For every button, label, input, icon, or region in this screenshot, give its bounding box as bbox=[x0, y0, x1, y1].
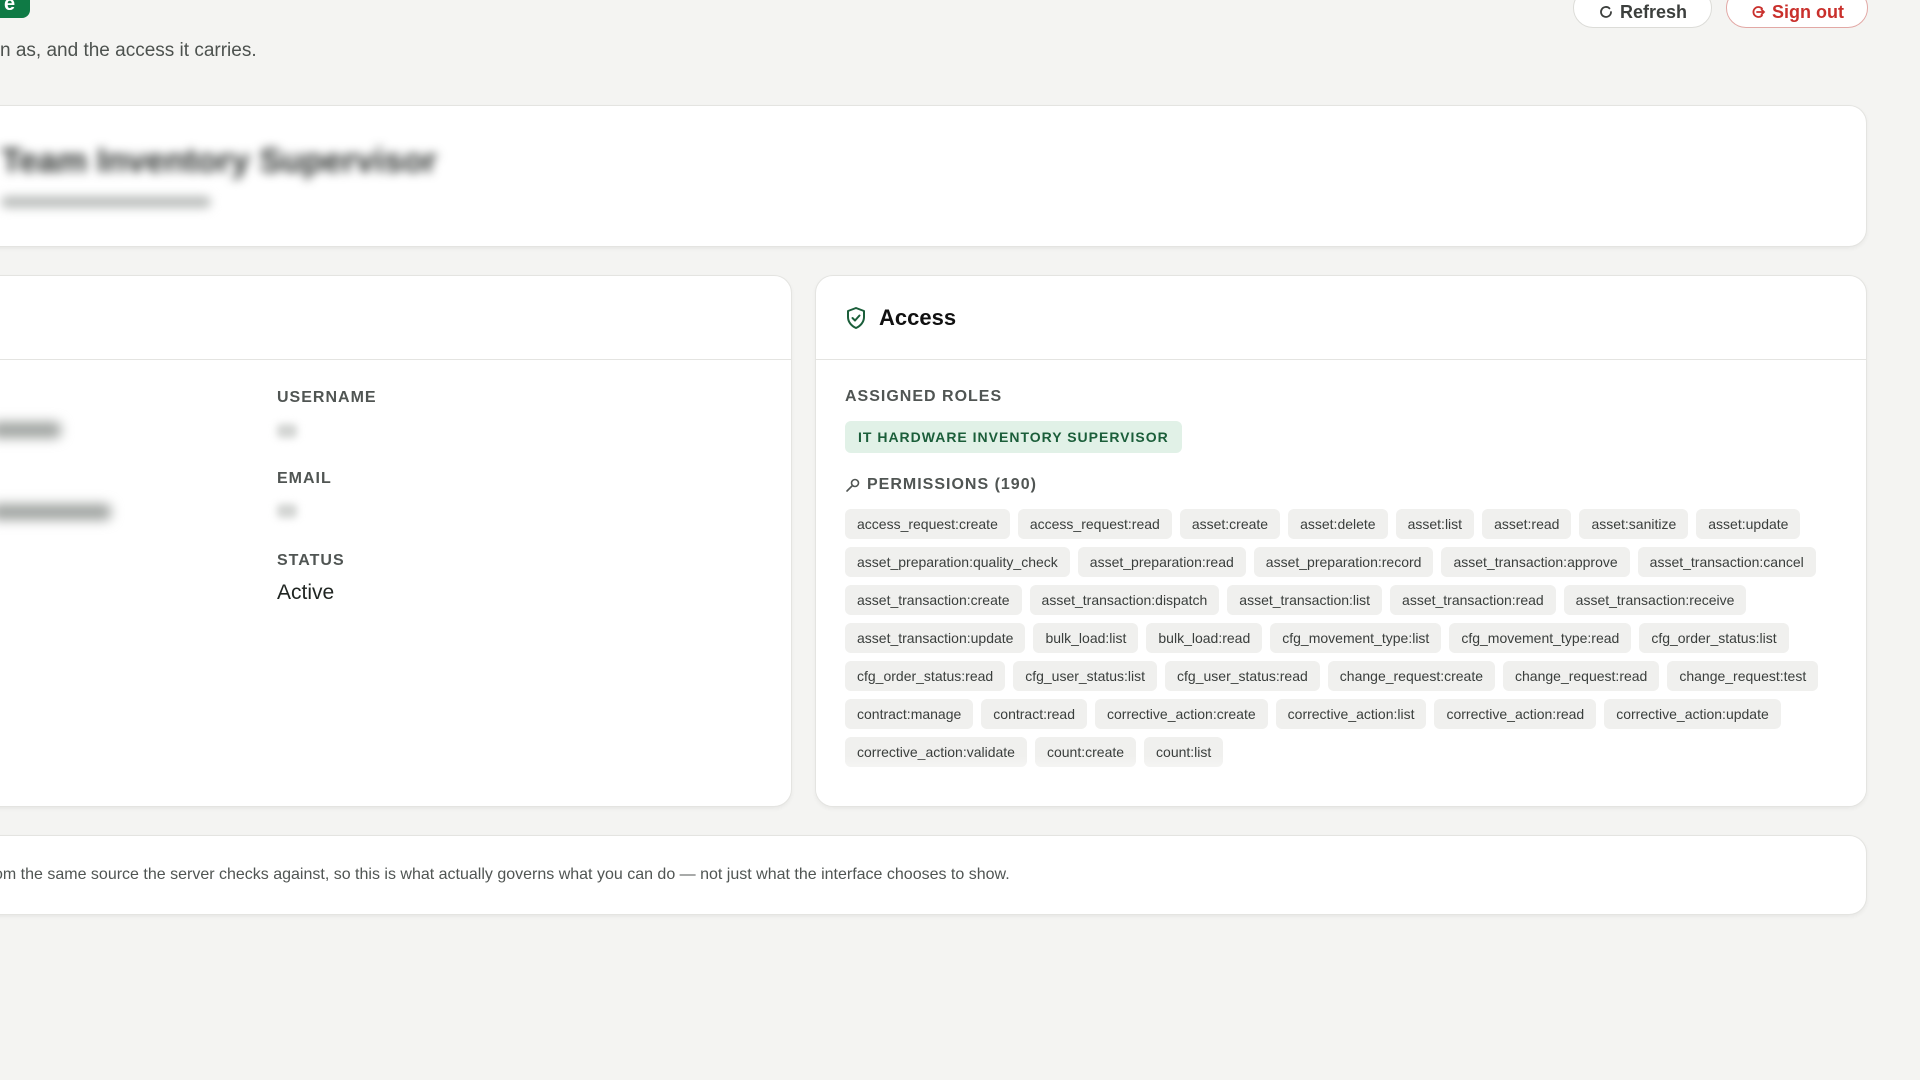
permission-chip: asset:read bbox=[1482, 509, 1572, 539]
permission-chip: asset_transaction:receive bbox=[1563, 585, 1747, 615]
permission-chip: cfg_user_status:read bbox=[1165, 661, 1320, 691]
shield-check-icon bbox=[847, 306, 865, 329]
redacted-value bbox=[0, 504, 111, 520]
permission-chip: contract:manage bbox=[845, 699, 974, 729]
permission-chip: contract:read bbox=[981, 699, 1088, 729]
sign-out-button[interactable]: Sign out bbox=[1726, 0, 1868, 28]
permissions-header: PERMISSIONS (190) bbox=[845, 476, 1037, 494]
profile-title-blurred: Team Inventory Supervisor bbox=[1, 142, 437, 180]
permission-chip: change_request:create bbox=[1327, 661, 1496, 691]
permission-chip: asset_transaction:cancel bbox=[1637, 547, 1816, 577]
role-badge: IT HARDWARE INVENTORY SUPERVISOR bbox=[845, 421, 1182, 453]
permission-chip: asset:delete bbox=[1288, 509, 1388, 539]
details-card: USERNAME EMAIL STATUS Active bbox=[0, 275, 792, 807]
permission-chip: corrective_action:read bbox=[1434, 699, 1597, 729]
email-value-redacted bbox=[277, 504, 297, 518]
permissions-fade bbox=[816, 756, 1866, 806]
app-logo: e bbox=[0, 0, 30, 18]
info-note-text: om the same source the server checks aga… bbox=[0, 866, 1010, 883]
status-label: STATUS bbox=[277, 552, 345, 569]
permission-chip: asset_preparation:record bbox=[1253, 547, 1434, 577]
sign-out-icon bbox=[1752, 6, 1766, 18]
permission-chip: asset_transaction:update bbox=[845, 623, 1026, 653]
permission-chip: cfg_movement_type:list bbox=[1270, 623, 1442, 653]
permission-chip: asset:list bbox=[1395, 509, 1475, 539]
permission-chip: change_request:test bbox=[1667, 661, 1819, 691]
sign-out-label: Sign out bbox=[1772, 1, 1844, 22]
email-label: EMAIL bbox=[277, 470, 332, 487]
permission-chip: cfg_order_status:list bbox=[1639, 623, 1789, 653]
permission-chip: change_request:read bbox=[1503, 661, 1660, 691]
permission-chip: asset:create bbox=[1179, 509, 1281, 539]
page-subtitle: n as, and the access it carries. bbox=[0, 40, 257, 61]
key-icon bbox=[846, 478, 860, 492]
permission-chip: access_request:read bbox=[1017, 509, 1172, 539]
permission-chip: asset_transaction:dispatch bbox=[1029, 585, 1220, 615]
permission-chip: cfg_order_status:read bbox=[845, 661, 1006, 691]
refresh-label: Refresh bbox=[1619, 1, 1688, 22]
info-note-card: om the same source the server checks aga… bbox=[0, 835, 1867, 915]
permission-chip: corrective_action:create bbox=[1095, 699, 1268, 729]
profile-subtitle-blurred bbox=[1, 196, 211, 208]
permission-chip: access_request:create bbox=[845, 509, 1010, 539]
access-title: Access bbox=[879, 304, 957, 330]
permission-chip: asset:sanitize bbox=[1579, 509, 1689, 539]
permission-chip: cfg_movement_type:read bbox=[1449, 623, 1632, 653]
access-card-header: Access bbox=[816, 276, 1866, 360]
details-card-header bbox=[0, 276, 791, 360]
permission-chip: asset_preparation:quality_check bbox=[845, 547, 1070, 577]
permission-chip: asset:update bbox=[1696, 509, 1801, 539]
permission-chip: asset_transaction:read bbox=[1390, 585, 1556, 615]
permissions-list: access_request:create access_request:read… bbox=[845, 509, 1845, 773]
permission-chip: cfg_user_status:list bbox=[1013, 661, 1158, 691]
redacted-value bbox=[0, 422, 61, 438]
username-label: USERNAME bbox=[277, 389, 377, 406]
permission-chip: asset_transaction:approve bbox=[1441, 547, 1630, 577]
permission-chip: asset_transaction:create bbox=[845, 585, 1022, 615]
permission-chip: corrective_action:update bbox=[1604, 699, 1781, 729]
permission-chip: asset_preparation:read bbox=[1077, 547, 1246, 577]
permission-chip: bulk_load:read bbox=[1146, 623, 1263, 653]
assigned-roles-label: ASSIGNED ROLES bbox=[845, 388, 1003, 405]
permission-chip: bulk_load:list bbox=[1033, 623, 1139, 653]
profile-summary-card: Team Inventory Supervisor bbox=[0, 105, 1867, 247]
refresh-icon bbox=[1600, 6, 1612, 18]
access-card: Access ASSIGNED ROLES IT HARDWARE INVENT… bbox=[815, 275, 1867, 807]
permission-chip: asset_transaction:list bbox=[1227, 585, 1383, 615]
permission-chip: corrective_action:list bbox=[1275, 699, 1427, 729]
status-value: Active bbox=[277, 581, 335, 604]
username-value-redacted bbox=[277, 424, 297, 438]
refresh-button[interactable]: Refresh bbox=[1573, 0, 1712, 28]
permissions-label: PERMISSIONS (190) bbox=[867, 476, 1037, 493]
